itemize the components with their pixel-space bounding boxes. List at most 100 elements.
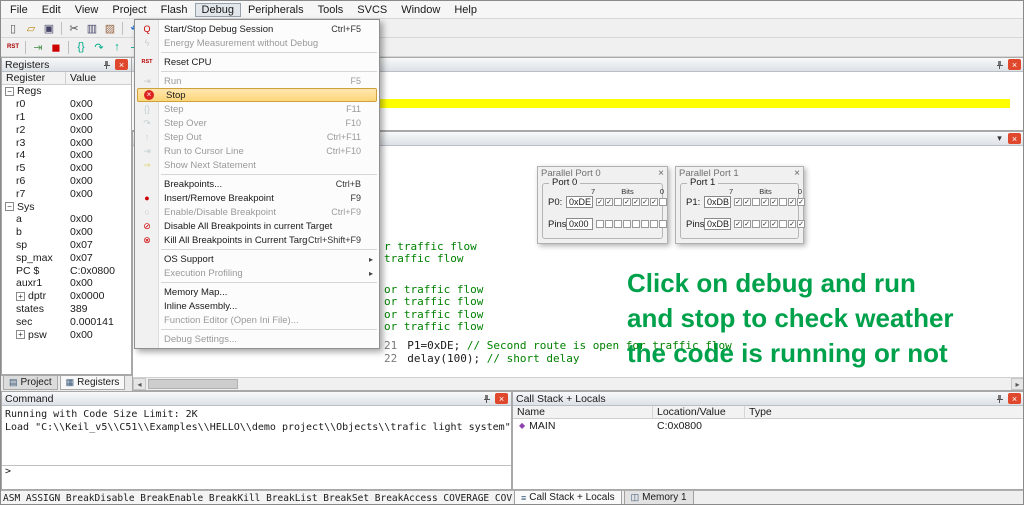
register-row[interactable]: + dptr 0x0000 [2, 290, 131, 303]
value-column-header[interactable]: Value [66, 72, 131, 84]
editor-horizontal-scrollbar[interactable]: ◂ ▸ [133, 377, 1023, 390]
pin-icon[interactable] [480, 393, 493, 404]
bit-0-checkbox[interactable] [659, 198, 667, 206]
bit-4-checkbox[interactable]: ✓ [761, 220, 769, 228]
menu-item-stop[interactable]: × Stop [137, 88, 377, 102]
register-column-header[interactable]: Register [2, 72, 66, 84]
register-row[interactable]: r7 0x00 [2, 187, 131, 200]
bit-2-checkbox[interactable] [641, 220, 649, 228]
register-row[interactable]: + psw 0x00 [2, 328, 131, 341]
register-row[interactable]: r3 0x00 [2, 136, 131, 149]
chevron-down-icon[interactable]: ▾ [993, 133, 1006, 144]
bit-0-checkbox[interactable] [659, 220, 667, 228]
menu-item-kill-all-breakpoints-in-current-target[interactable]: ⊗ Kill All Breakpoints in Current Target C… [135, 233, 379, 247]
copy-icon[interactable]: ▥ [83, 20, 101, 36]
menu-item-run[interactable]: ⇥ Run F5 [135, 74, 379, 88]
menu-item-os-support[interactable]: OS Support ▸ [135, 252, 379, 266]
menubar-item-window[interactable]: Window [394, 3, 447, 17]
register-row[interactable]: sp_max 0x07 [2, 251, 131, 264]
bit-3-checkbox[interactable]: ✓ [632, 198, 640, 206]
bit-1-checkbox[interactable] [650, 220, 658, 228]
scroll-left-icon[interactable]: ◂ [133, 378, 146, 390]
bit-5-checkbox[interactable] [614, 198, 622, 206]
register-row[interactable]: r0 0x00 [2, 98, 131, 111]
bit-4-checkbox[interactable] [623, 220, 631, 228]
close-icon[interactable]: × [794, 168, 800, 179]
close-icon[interactable]: × [1008, 133, 1021, 144]
bit-7-checkbox[interactable]: ✓ [734, 220, 742, 228]
step-icon[interactable]: {} [72, 39, 90, 55]
register-row[interactable]: r2 0x00 [2, 123, 131, 136]
bit-7-checkbox[interactable]: ✓ [734, 198, 742, 206]
run-icon[interactable]: ⇥ [29, 39, 47, 55]
type-column-header[interactable]: Type [745, 406, 1023, 418]
pins-value-input[interactable]: 0xDB [704, 218, 731, 230]
tab-project[interactable]: ▤ Project [3, 376, 58, 390]
bit-1-checkbox[interactable]: ✓ [650, 198, 658, 206]
menu-item-show-next-statement[interactable]: ⇒ Show Next Statement [135, 158, 379, 172]
bit-2-checkbox[interactable] [779, 220, 787, 228]
register-row[interactable]: r6 0x00 [2, 175, 131, 188]
menubar-item-svcs[interactable]: SVCS [350, 3, 394, 17]
bit-4-checkbox[interactable]: ✓ [761, 198, 769, 206]
register-row[interactable]: PC $ C:0x0800 [2, 264, 131, 277]
menubar-item-peripherals[interactable]: Peripherals [241, 3, 311, 17]
menubar-item-help[interactable]: Help [447, 3, 484, 17]
tab-callstack-locals[interactable]: ≡ Call Stack + Locals [514, 491, 622, 504]
name-column-header[interactable]: Name [513, 406, 653, 418]
command-output[interactable]: Running with Code Size Limit: 2K Load "C:… [2, 406, 511, 465]
close-icon[interactable]: × [658, 168, 664, 179]
scroll-right-icon[interactable]: ▸ [1011, 378, 1023, 390]
menu-item-breakpoints[interactable]: Breakpoints... Ctrl+B [135, 177, 379, 191]
scrollbar-thumb[interactable] [148, 379, 238, 389]
p1-value-input[interactable]: 0xDB [704, 196, 731, 208]
stop-icon[interactable]: ◼ [47, 39, 65, 55]
tab-registers[interactable]: ▦ Registers [59, 376, 126, 390]
bit-7-checkbox[interactable]: ✓ [596, 198, 604, 206]
bit-1-checkbox[interactable]: ✓ [788, 198, 796, 206]
tab-memory-1[interactable]: ◫ Memory 1 [623, 491, 694, 504]
step-over-icon[interactable]: ↷ [90, 39, 108, 55]
menu-item-reset-cpu[interactable]: RST Reset CPU [135, 55, 379, 69]
close-icon[interactable]: × [115, 59, 128, 70]
close-icon[interactable]: × [1008, 393, 1021, 404]
menubar-item-debug[interactable]: Debug [194, 2, 241, 17]
reset-cpu-icon[interactable]: RST [4, 39, 22, 55]
register-row[interactable]: sp 0x07 [2, 239, 131, 252]
menu-item-step[interactable]: {} Step F11 [135, 102, 379, 116]
location-column-header[interactable]: Location/Value [653, 406, 745, 418]
step-out-icon[interactable]: ↑ [108, 39, 126, 55]
menubar-item-file[interactable]: File [3, 3, 35, 17]
bit-1-checkbox[interactable]: ✓ [788, 220, 796, 228]
menubar-item-project[interactable]: Project [105, 3, 153, 17]
command-input[interactable]: > [2, 465, 511, 478]
bit-0-checkbox[interactable]: ✓ [797, 198, 805, 206]
menu-item-insert-remove-breakpoint[interactable]: ● Insert/Remove Breakpoint F9 [135, 191, 379, 205]
p0-value-input[interactable]: 0xDE [566, 196, 593, 208]
menu-item-execution-profiling[interactable]: Execution Profiling ▸ [135, 266, 379, 280]
callstack-row[interactable]: ◆ MAIN C:0x0800 [513, 419, 1023, 432]
menu-item-energy-measurement-without-debug[interactable]: ϟ Energy Measurement without Debug [135, 36, 379, 50]
menu-item-disable-all-breakpoints-in-current-target[interactable]: ⊘ Disable All Breakpoints in current Targ… [135, 219, 379, 233]
register-row[interactable]: r4 0x00 [2, 149, 131, 162]
bit-3-checkbox[interactable] [632, 220, 640, 228]
bit-7-checkbox[interactable] [596, 220, 604, 228]
menu-item-step-over[interactable]: ↷ Step Over F10 [135, 116, 379, 130]
bit-6-checkbox[interactable] [605, 220, 613, 228]
bit-5-checkbox[interactable] [752, 198, 760, 206]
collapse-icon[interactable]: − [5, 86, 14, 96]
bit-2-checkbox[interactable] [779, 198, 787, 206]
pins-value-input[interactable]: 0x00 [566, 218, 593, 230]
open-folder-icon[interactable]: ▱ [22, 20, 40, 36]
expand-icon[interactable]: + [16, 330, 25, 340]
bit-3-checkbox[interactable]: ✓ [770, 220, 778, 228]
close-icon[interactable]: × [495, 393, 508, 404]
menubar-item-tools[interactable]: Tools [311, 3, 351, 17]
menu-item-debug-settings[interactable]: Debug Settings... [135, 332, 379, 346]
close-icon[interactable]: × [1008, 59, 1021, 70]
register-row[interactable]: − Regs [2, 85, 131, 98]
bit-5-checkbox[interactable] [752, 220, 760, 228]
expand-icon[interactable]: + [16, 291, 25, 301]
register-row[interactable]: states 389 [2, 303, 131, 316]
menubar-item-flash[interactable]: Flash [154, 3, 195, 17]
